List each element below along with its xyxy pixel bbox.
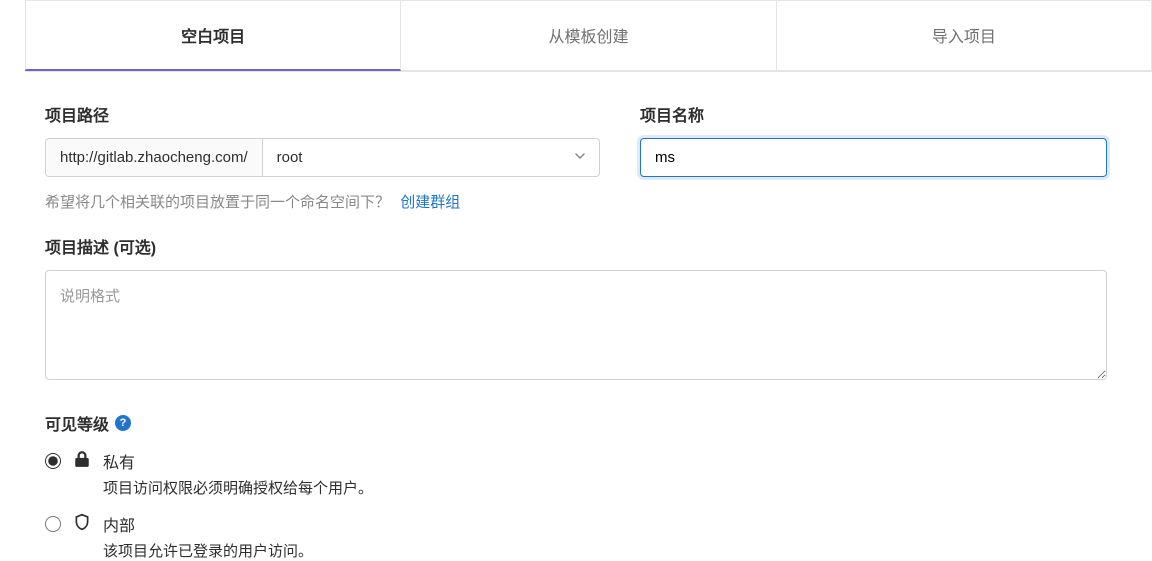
visibility-level-text: 可见等级 [45, 411, 109, 435]
visibility-private-name: 私有 [103, 449, 1107, 473]
lock-icon [73, 450, 91, 471]
namespace-hint: 希望将几个相关联的项目放置于同一个命名空间下？ 创建群组 [45, 191, 600, 212]
project-name-label: 项目名称 [640, 102, 1107, 126]
visibility-internal-radio[interactable] [45, 516, 61, 532]
help-icon[interactable]: ? [115, 415, 131, 431]
visibility-level-title: 可见等级 ? [45, 411, 1107, 435]
namespace-select[interactable]: root [263, 139, 599, 176]
create-group-link[interactable]: 创建群组 [400, 194, 460, 211]
visibility-private-desc: 项目访问权限必须明确授权给每个用户。 [103, 477, 1107, 498]
tab-import-project[interactable]: 导入项目 [777, 0, 1152, 71]
namespace-hint-text: 希望将几个相关联的项目放置于同一个命名空间下？ [45, 194, 390, 211]
visibility-internal-name: 内部 [103, 512, 1107, 536]
namespace-selected-value: root [277, 149, 303, 166]
chevron-down-icon [575, 153, 585, 163]
project-path-group: http://gitlab.zhaocheng.com/ root [45, 138, 600, 177]
project-description-label: 项目描述 (可选) [45, 234, 1107, 258]
project-description-textarea[interactable] [45, 270, 1107, 380]
tab-from-template[interactable]: 从模板创建 [401, 0, 776, 71]
project-path-prefix: http://gitlab.zhaocheng.com/ [46, 139, 263, 176]
project-name-input[interactable] [640, 138, 1107, 177]
project-path-label: 项目路径 [45, 102, 600, 126]
visibility-private-radio[interactable] [45, 453, 61, 469]
tab-blank-project[interactable]: 空白项目 [25, 0, 401, 71]
visibility-internal-desc: 该项目允许已登录的用户访问。 [103, 540, 1107, 561]
tabs-bar: 空白项目 从模板创建 导入项目 [25, 0, 1152, 72]
shield-icon [73, 513, 91, 534]
